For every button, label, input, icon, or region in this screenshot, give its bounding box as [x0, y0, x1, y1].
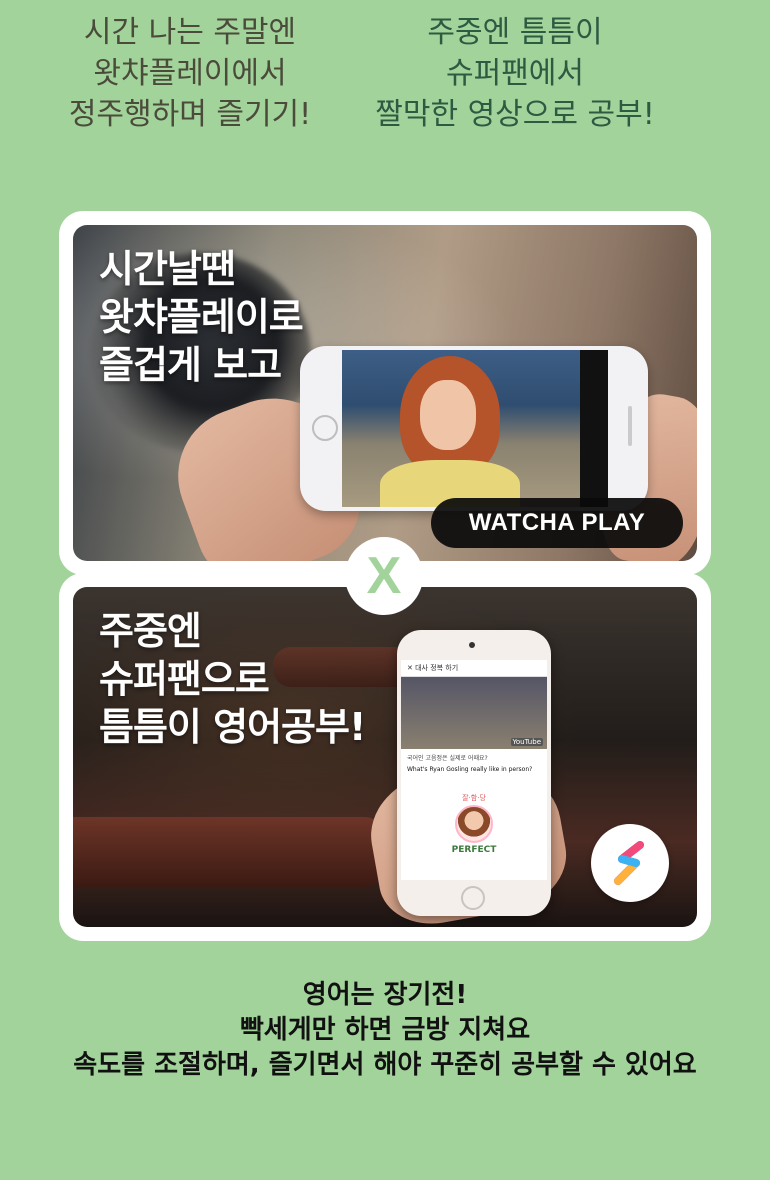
question-korean: 국어인 고음정은 실제로 어때요?: [407, 755, 488, 762]
closing-message-line-1: 영어는 장기전!: [302, 980, 468, 1010]
landscape-phone: [300, 346, 648, 511]
portrait-phone: ✕ 대사 정복 하기 YouTube 국어인 고음정은 실제로 어때요? Wha…: [397, 630, 551, 916]
movie-still: [342, 350, 608, 507]
watcha-headline-line-1: 시간날땐: [99, 247, 236, 291]
closing-message-line-3: 속도를 조절하며, 즐기면서 해야 꾸준히 공부할 수 있어요: [73, 1050, 697, 1080]
watcha-card: 시간날땐 왓챠플레이로 즐겁게 보고 WATCHA PLAY: [59, 211, 711, 575]
superfan-headline-line-1: 주중엔: [99, 609, 202, 653]
phone-camera: [469, 642, 475, 648]
watcha-photo: 시간날땐 왓챠플레이로 즐겁게 보고 WATCHA PLAY: [73, 225, 697, 561]
watcha-headline-line-2: 왓챠플레이로: [99, 295, 304, 339]
bus-seat-front: [73, 817, 383, 887]
question-english: What's Ryan Gosling really like in perso…: [407, 766, 533, 773]
weekend-caption-line-1: 시간 나는 주말엔: [83, 15, 297, 50]
close-icon: ✕: [407, 664, 416, 672]
weekday-caption-line-1: 주중엔 틈틈이: [427, 15, 603, 50]
closing-message-line-2: 빡세게만 하면 금방 지쳐요: [239, 1015, 531, 1045]
closing-message: 영어는 장기전! 빡세게만 하면 금방 지쳐요 속도를 조절하며, 즐기면서 해…: [0, 978, 770, 1083]
app-header: ✕ 대사 정복 하기: [401, 660, 547, 677]
app-header-title: 대사 정복 하기: [415, 664, 459, 672]
watcha-play-logo: WATCHA PLAY: [431, 498, 683, 548]
weekend-caption: 시간 나는 주말엔 왓챠플레이에서 정주행하며 즐기기!: [40, 12, 340, 135]
x-separator-icon: X: [345, 537, 423, 615]
watcha-headline-line-3: 즐겁게 보고: [99, 343, 282, 387]
phone-speaker: [628, 406, 632, 446]
result-label: PERFECT: [451, 845, 497, 855]
superfan-photo: ✕ 대사 정복 하기 YouTube 국어인 고음정은 실제로 어때요? Wha…: [73, 587, 697, 927]
superfan-app-screen: ✕ 대사 정복 하기 YouTube 국어인 고음정은 실제로 어때요? Wha…: [401, 660, 547, 880]
superfan-card: ✕ 대사 정복 하기 YouTube 국어인 고음정은 실제로 어때요? Wha…: [59, 573, 711, 941]
phone-home-button: [312, 415, 338, 441]
weekend-caption-line-3: 정주행하며 즐기기!: [68, 97, 312, 132]
video-thumbnail: YouTube: [401, 677, 547, 749]
weekday-caption-line-3: 짤막한 영상으로 공부!: [375, 97, 655, 132]
character-avatar: [455, 805, 493, 843]
weekend-caption-line-2: 왓챠플레이에서: [93, 56, 287, 91]
superfan-logo-icon: [591, 824, 669, 902]
youtube-badge: YouTube: [510, 738, 543, 746]
superfan-headline-line-2: 슈퍼팬으로: [99, 657, 270, 701]
superfan-headline-line-3: 틈틈이 영어공부!: [99, 705, 366, 749]
watcha-headline: 시간날땐 왓챠플레이로 즐겁게 보고: [99, 245, 304, 389]
phone-home-button: [461, 886, 485, 910]
weekday-caption-line-2: 슈퍼팬에서: [446, 56, 584, 91]
superfan-headline: 주중엔 슈퍼팬으로 틈틈이 영어공부!: [99, 607, 366, 751]
weekday-caption: 주중엔 틈틈이 슈퍼팬에서 짤막한 영상으로 공부!: [365, 12, 665, 135]
rating-marks: 잘·함·당: [462, 794, 486, 802]
